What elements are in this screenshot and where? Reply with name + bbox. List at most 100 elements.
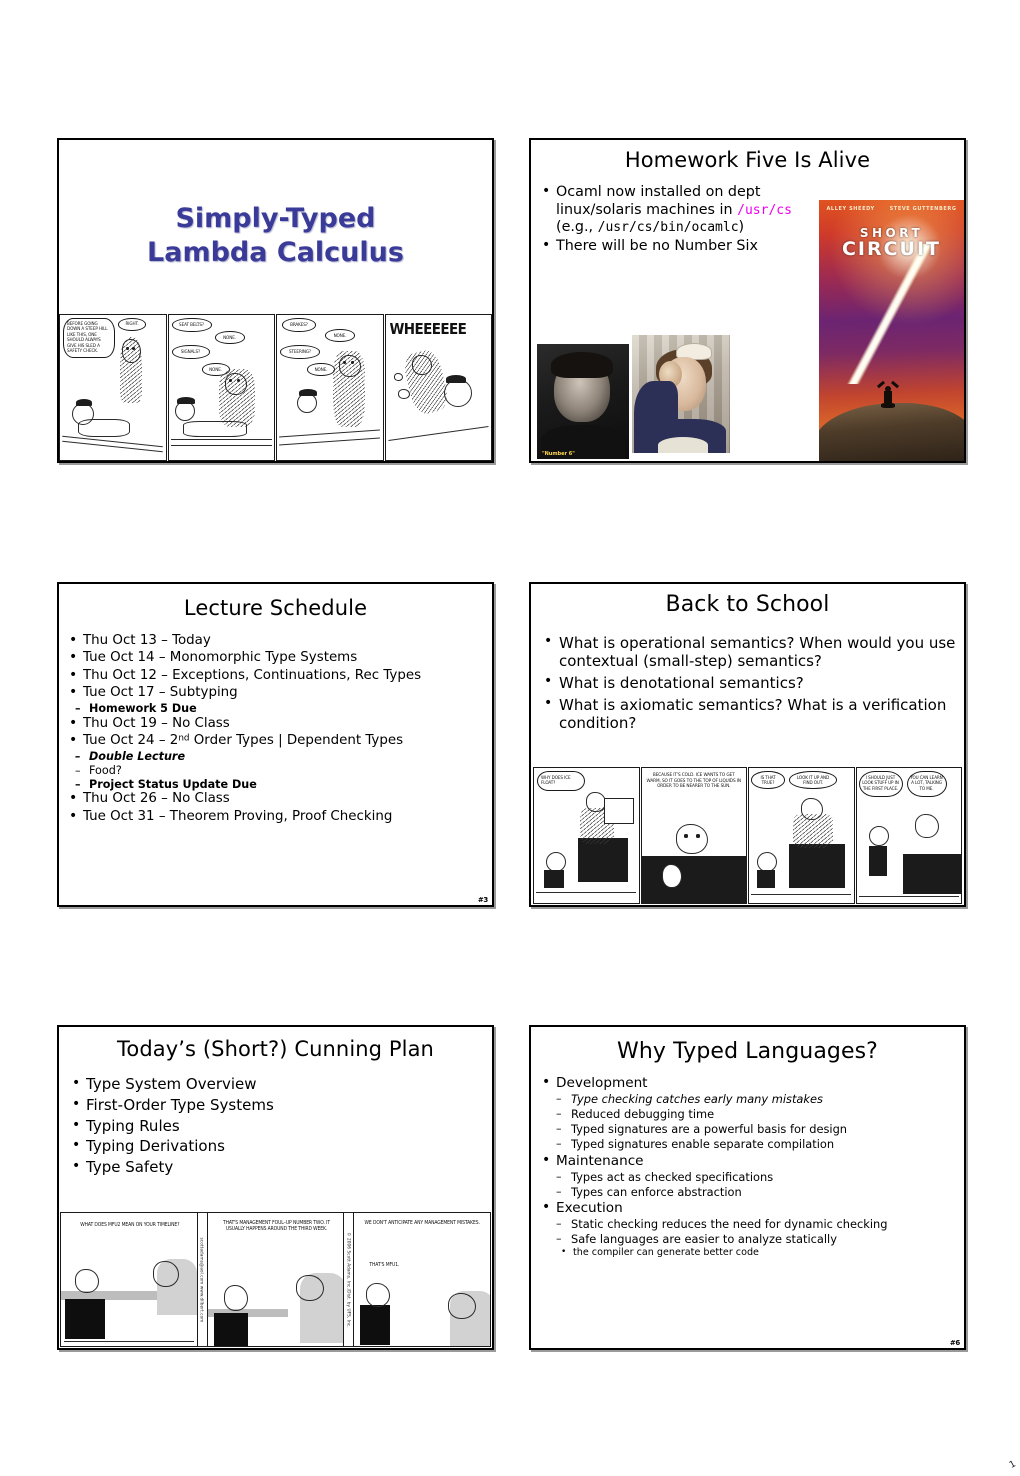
point-enforce-abstraction: Types can enforce abstraction [555,1185,959,1200]
comic-bubble-text: THAT'S MFU1. [369,1262,400,1268]
slide-1-title-line-1: Simply-Typed [175,203,376,234]
photo-hair-shape [551,352,613,378]
lightning-bolt-graphic [825,244,957,384]
comic-bubble-text: WE DON'T ANTICIPATE ANY MANAGEMENT MISTA… [364,1220,480,1226]
comic-bubble-text: WHAT DOES MFU2 MEAN ON YOUR TIMELINE? [80,1222,180,1228]
dilbert-left-credit: scottadams@aol.com www.dilbert.com [197,1212,207,1347]
slide-3-lecture-schedule[interactable]: Lecture Schedule Thu Oct 13 – Today Tue … [57,582,494,907]
schedule-item-no-class-oct-19: Thu Oct 19 – No Class [66,715,488,732]
slide-1-title: Simply-Typed Lambda Calculus [59,202,492,271]
plan-item-type-safety: Type Safety [69,1157,274,1178]
schedule-item-no-class-oct-26: Thu Oct 26 – No Class [66,790,488,807]
comic-bubble-text: BRAKES? [290,323,308,328]
calvin-and-hobbes-comic-strip: BEFORE GOING DOWN A STEEP HILL LIKE THIS… [59,314,492,461]
lecture-schedule-list: Thu Oct 19 – No Class Tue Oct 24 – 2nd O… [66,715,488,750]
question-operational-semantics: What is operational semantics? When woul… [541,633,958,670]
slide-1-simply-typed-lambda-calculus[interactable]: Simply-Typed Lambda Calculus BEFORE GOIN… [57,138,494,463]
point-signatures-design: Typed signatures are a powerful basis fo… [555,1122,959,1137]
schedule-item: Tue Oct 17 – Subtyping [66,684,488,701]
development-sublist: Type checking catches early many mistake… [555,1092,959,1153]
point-checked-specifications: Types act as checked specifications [555,1170,959,1185]
cliff-graphic [819,403,964,461]
slide-handout-page: Simply-Typed Lambda Calculus BEFORE GOIN… [0,0,1020,1476]
point-signatures-separate-compilation: Typed signatures enable separate compila… [555,1137,959,1152]
plan-item-typing-rules: Typing Rules [69,1116,274,1137]
plan-item-first-order-type-systems: First-Order Type Systems [69,1095,274,1116]
comic-bubble-text: NONE. [333,333,347,339]
comic-bubble-text: SIGNALS? [180,350,201,355]
slide-6-why-typed-languages[interactable]: Why Typed Languages? Development Type ch… [529,1025,966,1350]
poster-title-line-2: CIRCUIT [841,238,942,260]
the-prisoner-photo: "Number 6" [537,344,629,459]
category-development: Development [539,1074,959,1092]
comic-panel-3: IS THAT TRUE? LOOK IT UP AND FIND OUT. [748,767,855,904]
slide-4-back-to-school[interactable]: Back to School What is operational seman… [529,582,966,907]
execution-subsublist: the compiler can generate better code [559,1246,959,1260]
slide-6-body: Development Type checking catches early … [539,1074,959,1260]
point-safe-languages: Safe languages are easier to analyze sta… [555,1232,959,1247]
schedule-subitem-double-lecture: Double Lecture [74,750,488,764]
comic-bubble-text: WHEEEEEE [389,320,467,338]
question-axiomatic-semantics: What is axiomatic semantics? What is a v… [541,695,958,732]
dilbert-right-credit: © 2006 Scott Adams, Inc./Dist. by UFS, I… [344,1212,354,1347]
maintenance-sublist: Types act as checked specifications Type… [555,1170,959,1200]
comic-panel-2: SEAT BELTS? NONE. SIGNALS? NONE. [167,314,275,461]
comic-bubble-text: IS THAT TRUE? [760,776,776,787]
comic-bubble-text: SEAT BELTS? [179,323,204,328]
photo-collar-shape [658,437,708,453]
slide-5-body: Type System Overview First-Order Type Sy… [69,1074,274,1179]
category-maintenance: Maintenance [539,1152,959,1170]
comic-bubble-text: WHY DOES ICE FLOAT? [541,776,571,787]
point-type-checking-catches: Type checking catches early many mistake… [555,1092,959,1107]
question-denotational-semantics: What is denotational semantics? [541,673,958,692]
slide-3-page-number: #3 [477,896,488,904]
slide-2-body: Ocaml now installed on dept linux/solari… [539,183,824,257]
comic-panel-3: WE DON'T ANTICIPATE ANY MANAGEMENT MISTA… [353,1212,492,1347]
robot-silhouette [876,380,900,411]
photo-caption: "Number 6" [542,451,575,457]
slide-3-title: Lecture Schedule [183,596,368,620]
schedule-item: Thu Oct 12 – Exceptions, Continuations, … [66,667,488,684]
poster-credits: ALLEY SHEEDY STEVE GUTTENBERG [819,206,964,212]
category-execution: Execution [539,1199,959,1217]
woman-ok-gesture-photo [632,335,730,453]
comic-panel-1: WHY DOES ICE FLOAT? [533,767,640,904]
slide-2-title: Homework Five Is Alive [624,148,871,172]
slide-2-homework-five-is-alive[interactable]: Homework Five Is Alive Ocaml now install… [529,138,966,463]
comic-bubble-text: I SHOULD JUST LOOK STUFF UP IN THE FIRST… [862,776,899,792]
why-typed-list: Execution [539,1199,959,1217]
point-static-checking: Static checking reduces the need for dyn… [555,1217,959,1232]
bullet-number-six: There will be no Number Six [539,237,824,256]
slide-3-body: Thu Oct 13 – Today Tue Oct 14 – Monomorp… [66,632,488,826]
usr-cs-path: /usr/cs [737,202,792,218]
lecture-schedule-sublist: Double Lecture Food? Project Status Upda… [74,750,488,791]
comic-bubble-text: NONE. [314,367,328,373]
comic-bubble-text: BECAUSE IT'S COLD. ICE WANTS TO GET WARM… [646,773,742,790]
lecture-schedule-list: Thu Oct 26 – No Class Tue Oct 31 – Theor… [66,790,488,825]
slide-5-todays-cunning-plan[interactable]: Today’s (Short?) Cunning Plan Type Syste… [57,1025,494,1350]
schedule-item: Tue Oct 14 – Monomorphic Type Systems [66,649,488,666]
plan-item-type-system-overview: Type System Overview [69,1074,274,1095]
dilbert-comic-strip: WHAT DOES MFU2 MEAN ON YOUR TIMELINE? sc… [60,1212,492,1347]
slide-4-body: What is operational semantics? When woul… [541,633,958,736]
slide-5-title: Today’s (Short?) Cunning Plan [117,1037,434,1061]
ocamlc-path: /usr/cs/bin/ocamlc [597,220,739,236]
schedule-subitem-homework-5: Homework 5 Due [74,702,488,716]
short-circuit-poster-image: ALLEY SHEEDY STEVE GUTTENBERG SHORT CIRC… [819,200,964,461]
schedule-subitem-project-status: Project Status Update Due [74,778,488,792]
schedule-item: Thu Oct 13 – Today [66,632,488,649]
comic-panel-3: BRAKES? NONE. STEERING? NONE. [276,314,384,461]
point-better-code: the compiler can generate better code [559,1246,959,1260]
comic-bubble-text: RIGHT. [125,322,139,328]
comic-panel-1: WHAT DOES MFU2 MEAN ON YOUR TIMELINE? [60,1212,198,1347]
why-typed-list: Development [539,1074,959,1092]
comic-panel-4: I SHOULD JUST LOOK STUFF UP IN THE FIRST… [855,767,962,904]
comic-bubble-text: YOU CAN LEARN A LOT, TALKING TO ME. [910,776,943,792]
slide-4-title: Back to School [665,592,830,617]
slide-6-title: Why Typed Languages? [617,1039,878,1064]
comic-bubble-text: LOOK IT UP AND FIND OUT. [796,776,830,787]
comic-panel-1: BEFORE GOING DOWN A STEEP HILL LIKE THIS… [59,314,167,461]
comic-panel-2: BECAUSE IT'S COLD. ICE WANTS TO GET WARM… [640,767,747,904]
schedule-item-oct-24: Tue Oct 24 – 2nd Order Types | Dependent… [66,732,488,749]
calvin-and-hobbes-ice-float-comic: WHY DOES ICE FLOAT? BECAUSE IT'S COLD. I… [533,767,962,904]
